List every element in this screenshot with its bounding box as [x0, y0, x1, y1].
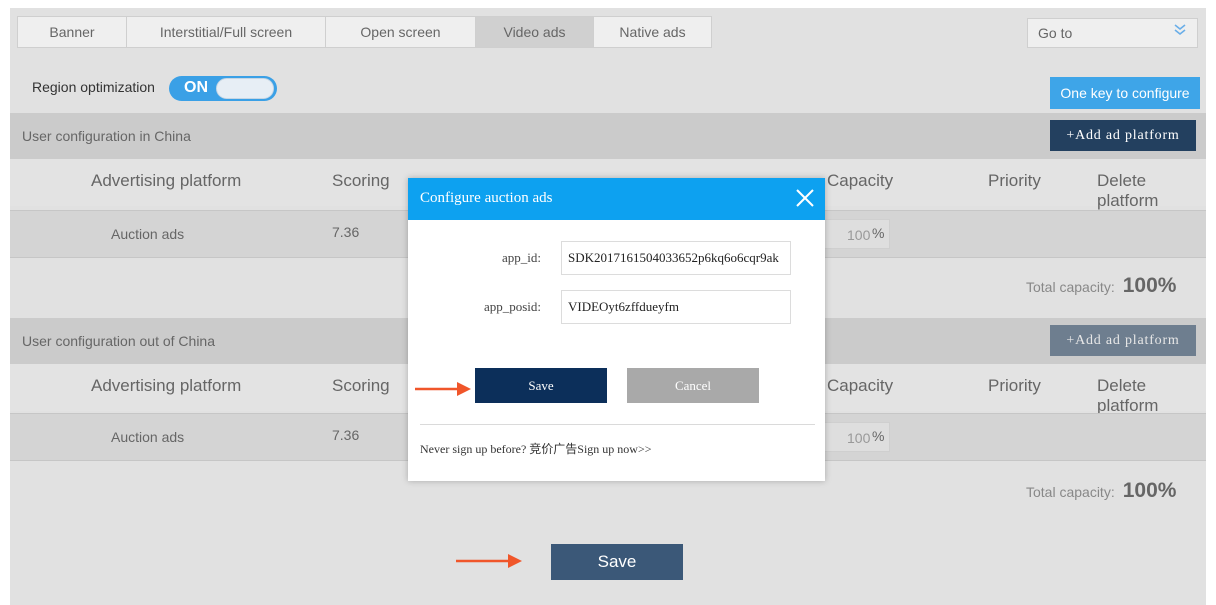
tab-video-ads[interactable]: Video ads	[475, 16, 594, 48]
app-posid-input[interactable]: VIDEOyt6zffdueyfm	[561, 290, 791, 324]
col-capacity: Capacity	[827, 171, 894, 190]
col-priority: Priority	[988, 376, 1041, 395]
toggle-on-label: ON	[184, 79, 208, 96]
total-capacity-label: Total capacity:	[1026, 279, 1115, 295]
configure-auction-ads-dialog: Configure auction ads app_id: SDK2017161…	[408, 178, 825, 481]
score-value: 7.36	[332, 427, 360, 443]
percent-sign: %	[872, 428, 885, 444]
col-delete-platform: Delete platform	[1097, 171, 1159, 210]
goto-label: Go to	[1038, 25, 1073, 41]
close-icon[interactable]	[792, 185, 818, 211]
tab-banner[interactable]: Banner	[17, 16, 127, 48]
col-scoring: Scoring	[332, 376, 390, 395]
goto-dropdown[interactable]: Go to	[1027, 18, 1198, 48]
region-optimization-label: Region optimization	[32, 79, 155, 95]
one-key-configure-button[interactable]: One key to configure	[1050, 77, 1200, 109]
ad-type-tabs: Banner Interstitial/Full screen Open scr…	[17, 16, 712, 48]
col-delete-platform: Delete platform	[1097, 376, 1159, 415]
percent-sign: %	[872, 225, 885, 241]
dialog-cancel-button[interactable]: Cancel	[627, 368, 759, 403]
platform-name: Auction ads	[111, 429, 185, 445]
total-capacity-value: 100%	[1122, 479, 1177, 502]
total-capacity-value: 100%	[1122, 274, 1177, 297]
capacity-value: 100	[847, 227, 871, 243]
save-button[interactable]: Save	[551, 544, 683, 580]
section-title: User configuration out of China	[22, 333, 215, 349]
total-capacity: Total capacity: 100%	[1026, 274, 1176, 298]
col-advertising-platform: Advertising platform	[91, 171, 242, 190]
toggle-knob	[216, 78, 274, 99]
capacity-value: 100	[847, 430, 871, 446]
add-ad-platform-button[interactable]: +Add ad platform	[1050, 325, 1196, 356]
app-posid-label: app_posid:	[483, 299, 541, 314]
total-capacity-label: Total capacity:	[1026, 484, 1115, 500]
tab-open-screen[interactable]: Open screen	[325, 16, 476, 48]
dialog-header: Configure auction ads	[408, 178, 825, 220]
col-capacity: Capacity	[827, 376, 894, 395]
add-ad-platform-button[interactable]: +Add ad platform	[1050, 120, 1196, 151]
dialog-divider	[420, 424, 815, 425]
arrow-right-icon	[415, 382, 471, 396]
col-advertising-platform: Advertising platform	[91, 376, 242, 395]
app-id-label: app_id:	[502, 250, 541, 265]
region-optimization-toggle[interactable]: ON	[169, 76, 277, 101]
arrow-right-icon	[456, 554, 522, 568]
dialog-save-button[interactable]: Save	[475, 368, 607, 403]
score-value: 7.36	[332, 224, 360, 240]
dialog-title: Configure auction ads	[420, 190, 553, 206]
col-scoring: Scoring	[332, 171, 390, 190]
tab-interstitial[interactable]: Interstitial/Full screen	[126, 16, 326, 48]
double-chevron-down-icon	[1173, 19, 1187, 47]
col-priority: Priority	[988, 171, 1041, 190]
platform-name: Auction ads	[111, 226, 185, 242]
china-section-header: User configuration in China +Add ad plat…	[10, 113, 1206, 159]
tab-native-ads[interactable]: Native ads	[593, 16, 712, 48]
section-title: User configuration in China	[22, 128, 191, 144]
signup-link[interactable]: Never sign up before? 竞价广告Sign up now>>	[420, 440, 652, 457]
app-id-input[interactable]: SDK2017161504033652p6kq6o6cqr9ak	[561, 241, 791, 275]
total-capacity: Total capacity: 100%	[1026, 479, 1176, 503]
